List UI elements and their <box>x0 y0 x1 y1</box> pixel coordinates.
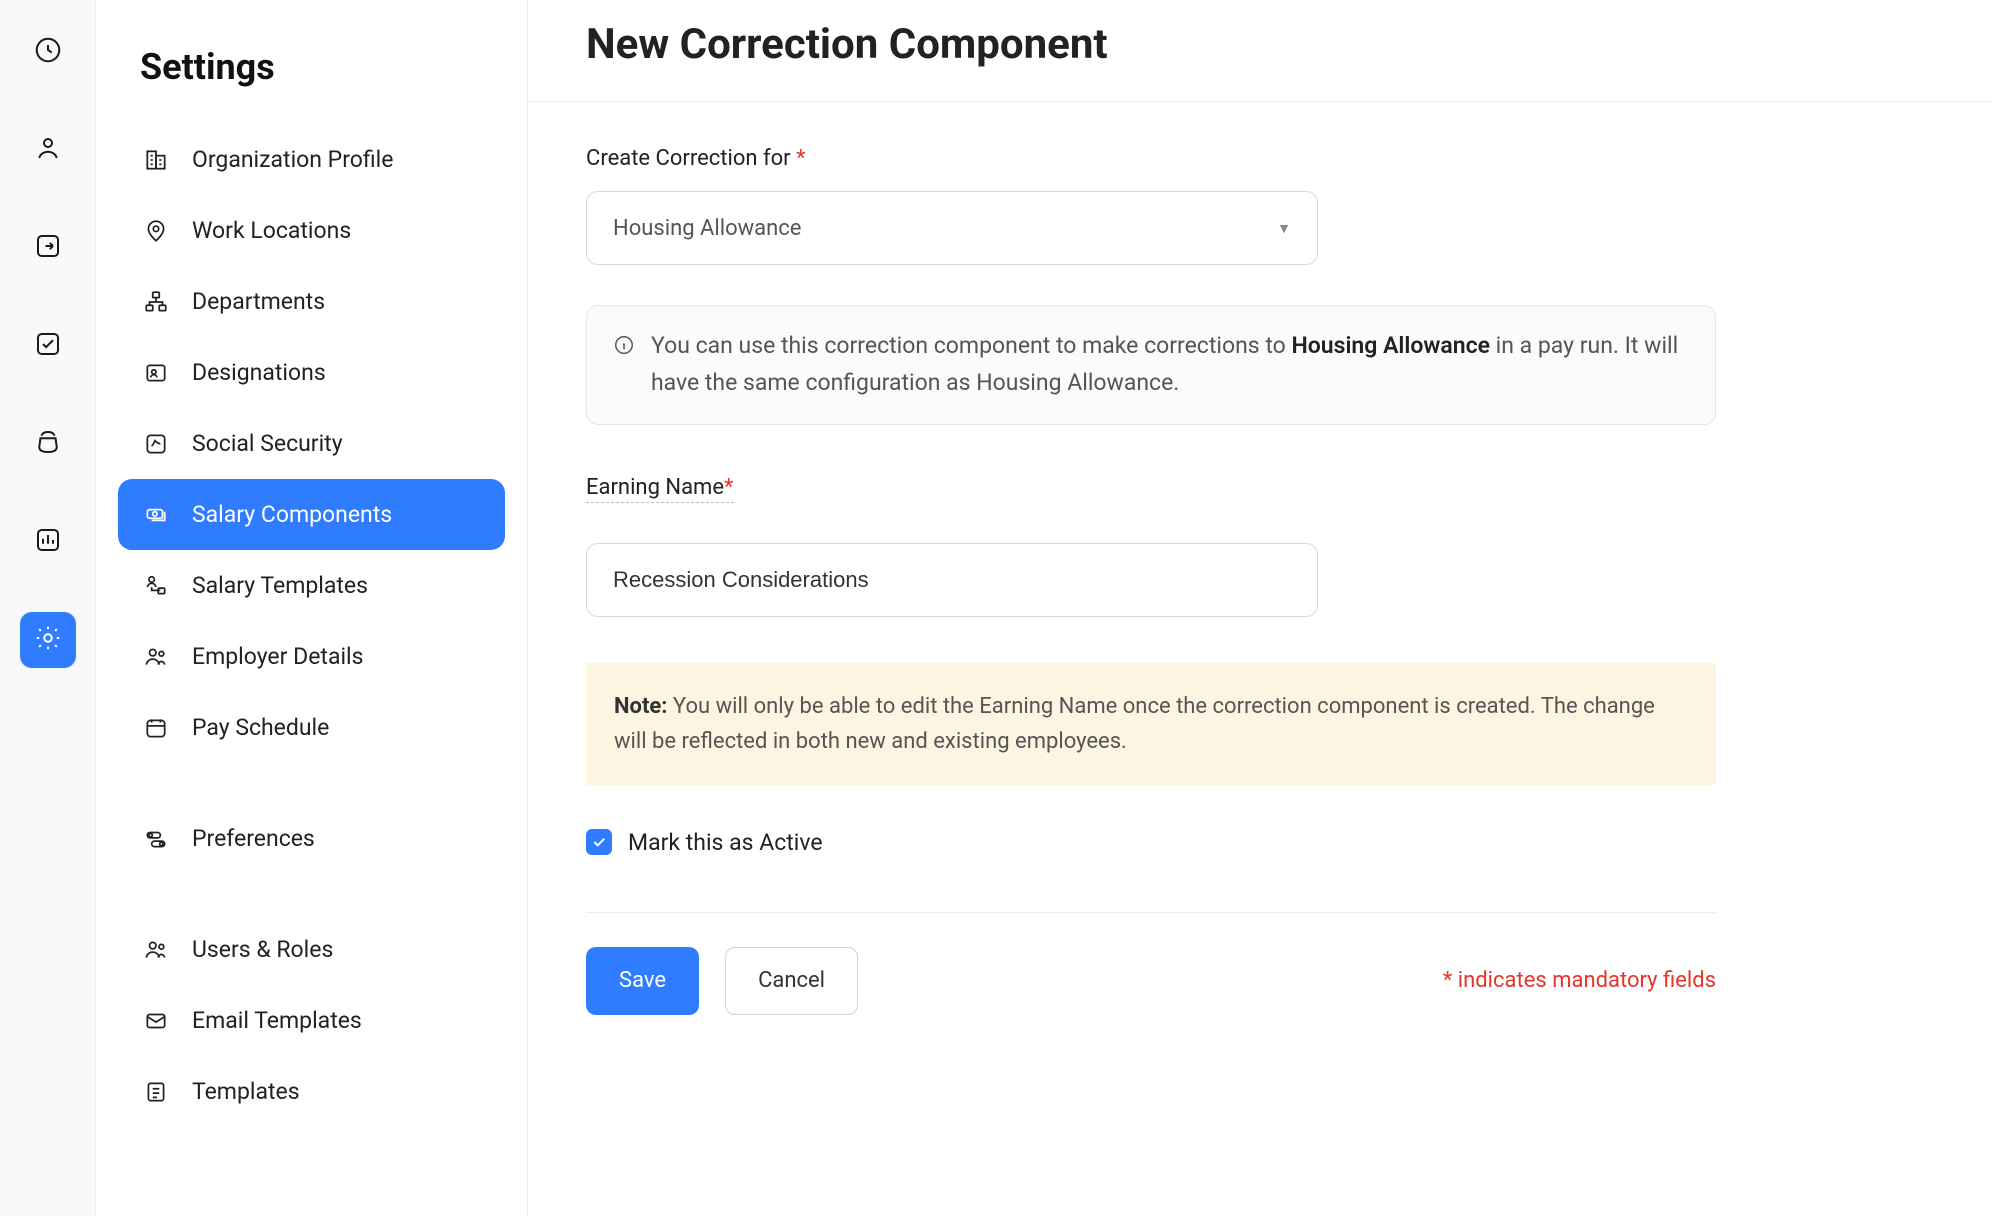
checkbox-icon <box>33 329 63 364</box>
info-box: You can use this correction component to… <box>586 305 1716 425</box>
nav-settings[interactable] <box>20 612 76 668</box>
actions-row: Save Cancel * indicates mandatory fields <box>586 947 1716 1015</box>
sidebar-item-pay-schedule[interactable]: Pay Schedule <box>118 692 505 763</box>
toggles-icon <box>142 826 170 852</box>
user-tree-icon <box>142 573 170 599</box>
nav-reports[interactable] <box>20 514 76 570</box>
divider <box>586 912 1716 913</box>
sidebar-item-label: Work Locations <box>192 217 351 244</box>
calendar-icon <box>142 715 170 741</box>
required-asterisk: * <box>724 475 733 500</box>
sidebar-item-label: Designations <box>192 359 326 386</box>
chart-icon <box>33 525 63 560</box>
create-for-label: Create Correction for * <box>586 146 1934 171</box>
sidebar-item-users-roles[interactable]: Users & Roles <box>118 914 505 985</box>
location-icon <box>142 218 170 244</box>
users-icon <box>142 937 170 963</box>
sidebar-item-employer-details[interactable]: Employer Details <box>118 621 505 692</box>
sidebar-item-label: Templates <box>192 1078 300 1105</box>
info-text: You can use this correction component to… <box>651 328 1689 402</box>
required-asterisk: * <box>796 146 805 171</box>
sidebar-item-label: Email Templates <box>192 1007 362 1034</box>
nav-people[interactable] <box>20 122 76 178</box>
nav-export[interactable] <box>20 220 76 276</box>
settings-list: Organization Profile Work Locations Depa… <box>118 124 505 1127</box>
sidebar-item-preferences[interactable]: Preferences <box>118 803 505 874</box>
form-area: Create Correction for * Housing Allowanc… <box>528 102 1992 1015</box>
active-label: Mark this as Active <box>628 829 823 856</box>
sidebar-item-work-locations[interactable]: Work Locations <box>118 195 505 266</box>
sidebar-item-label: Salary Components <box>192 501 392 528</box>
sidebar-item-label: Users & Roles <box>192 936 333 963</box>
cancel-button[interactable]: Cancel <box>725 947 858 1015</box>
people-icon <box>142 644 170 670</box>
user-icon <box>33 133 63 168</box>
settings-title: Settings <box>140 46 505 88</box>
mail-icon <box>142 1008 170 1034</box>
main-panel: New Correction Component Create Correcti… <box>528 0 1992 1216</box>
shield-icon <box>142 431 170 457</box>
bag-icon <box>33 427 63 462</box>
earning-name-label: Earning Name* <box>586 475 734 503</box>
sidebar-item-label: Pay Schedule <box>192 714 329 741</box>
sidebar-item-designations[interactable]: Designations <box>118 337 505 408</box>
earning-name-input[interactable] <box>586 543 1318 617</box>
gear-icon <box>33 623 63 658</box>
money-stack-icon <box>142 502 170 528</box>
save-button[interactable]: Save <box>586 947 699 1015</box>
sidebar-item-email-templates[interactable]: Email Templates <box>118 985 505 1056</box>
document-icon <box>142 1079 170 1105</box>
sidebar-item-label: Salary Templates <box>192 572 368 599</box>
org-tree-icon <box>142 289 170 315</box>
id-card-icon <box>142 360 170 386</box>
clock-icon <box>33 35 63 70</box>
nav-finance[interactable] <box>20 416 76 472</box>
sidebar-item-label: Employer Details <box>192 643 364 670</box>
sidebar-item-social-security[interactable]: Social Security <box>118 408 505 479</box>
chevron-down-icon: ▼ <box>1277 220 1291 237</box>
active-checkbox-row[interactable]: Mark this as Active <box>586 829 1934 856</box>
sidebar-item-label: Organization Profile <box>192 146 393 173</box>
note-box: Note: You will only be able to edit the … <box>586 663 1716 785</box>
settings-sidebar: Settings Organization Profile Work Locat… <box>96 0 528 1216</box>
main-header: New Correction Component <box>528 0 1992 102</box>
page-title: New Correction Component <box>586 20 1992 69</box>
sidebar-item-templates[interactable]: Templates <box>118 1056 505 1127</box>
sidebar-item-departments[interactable]: Departments <box>118 266 505 337</box>
info-icon <box>613 328 635 368</box>
nav-tasks[interactable] <box>20 318 76 374</box>
sidebar-item-salary-templates[interactable]: Salary Templates <box>118 550 505 621</box>
icon-rail <box>0 0 96 1216</box>
nav-dashboard[interactable] <box>20 24 76 80</box>
building-icon <box>142 147 170 173</box>
arrow-box-icon <box>33 231 63 266</box>
select-value: Housing Allowance <box>613 216 801 241</box>
sidebar-item-label: Preferences <box>192 825 315 852</box>
sidebar-item-salary-components[interactable]: Salary Components <box>118 479 505 550</box>
sidebar-item-org-profile[interactable]: Organization Profile <box>118 124 505 195</box>
mandatory-note: * indicates mandatory fields <box>1443 968 1716 993</box>
checkbox-checked-icon <box>586 829 612 855</box>
create-for-select[interactable]: Housing Allowance ▼ <box>586 191 1318 265</box>
sidebar-item-label: Social Security <box>192 430 343 457</box>
sidebar-item-label: Departments <box>192 288 325 315</box>
